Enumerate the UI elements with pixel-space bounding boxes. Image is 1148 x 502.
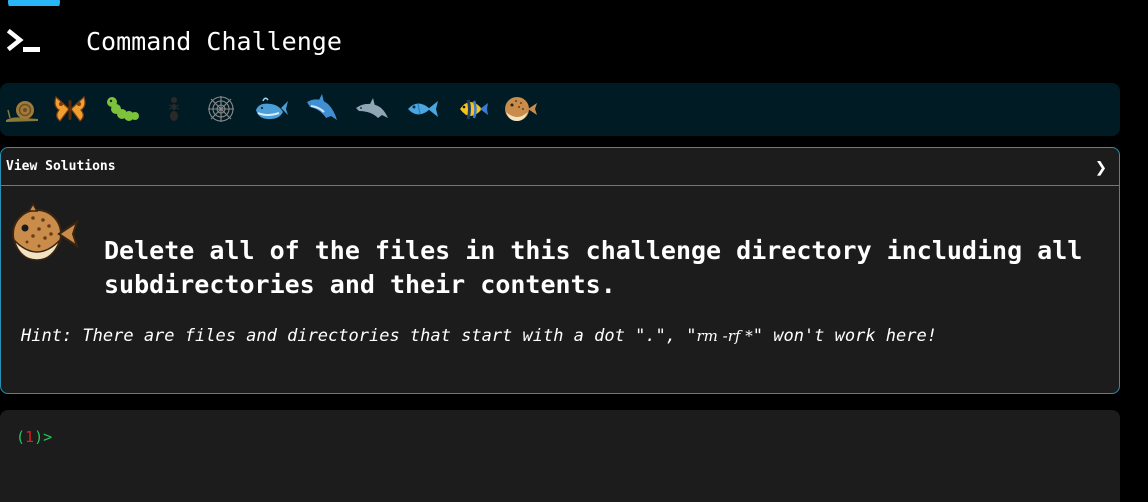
app-title[interactable]: Command Challenge	[86, 27, 342, 56]
level-tropical-fish-icon[interactable]	[454, 92, 490, 126]
level-butterfly-icon[interactable]	[52, 92, 88, 126]
level-snail-icon[interactable]	[4, 92, 40, 126]
level-whale-icon[interactable]	[253, 92, 289, 126]
pufferfish-icon	[7, 202, 79, 264]
terminal-prompt: (1)>	[16, 428, 52, 446]
view-solutions-toggle[interactable]: View Solutions ❯	[1, 148, 1119, 186]
prompt-close: )>	[34, 428, 53, 446]
prompt-counter: 1	[25, 428, 35, 446]
hint-text-after: " won't work here!	[752, 326, 937, 346]
chevron-right-icon[interactable]: ❯	[1095, 157, 1107, 177]
level-fish-icon[interactable]	[404, 92, 440, 126]
level-pufferfish-icon[interactable]	[502, 92, 538, 126]
level-caterpillar-icon[interactable]	[104, 92, 140, 126]
level-dolphin-blue-icon[interactable]	[304, 92, 340, 126]
prompt-open-paren: (	[16, 428, 26, 446]
terminal-prompt-icon[interactable]	[6, 28, 46, 58]
terminal-input-area[interactable]: (1)>	[0, 410, 1120, 502]
challenge-description: Delete all of the files in this challeng…	[104, 236, 1083, 299]
view-solutions-label[interactable]: View Solutions	[6, 159, 116, 174]
level-dolphin-grey-icon[interactable]	[354, 92, 390, 126]
challenge-card: View Solutions ❯ Delete all of the files…	[0, 147, 1120, 394]
level-spider-web-icon[interactable]	[203, 92, 239, 126]
level-ant-icon[interactable]	[156, 92, 192, 126]
challenge-hint: Hint: There are files and directories th…	[21, 326, 1111, 346]
page: Command Challenge View Solutions ❯ Delet…	[0, 0, 1148, 502]
hint-text-before: Hint: There are files and directories th…	[21, 326, 697, 346]
hint-command: rm -rf *	[696, 327, 753, 345]
